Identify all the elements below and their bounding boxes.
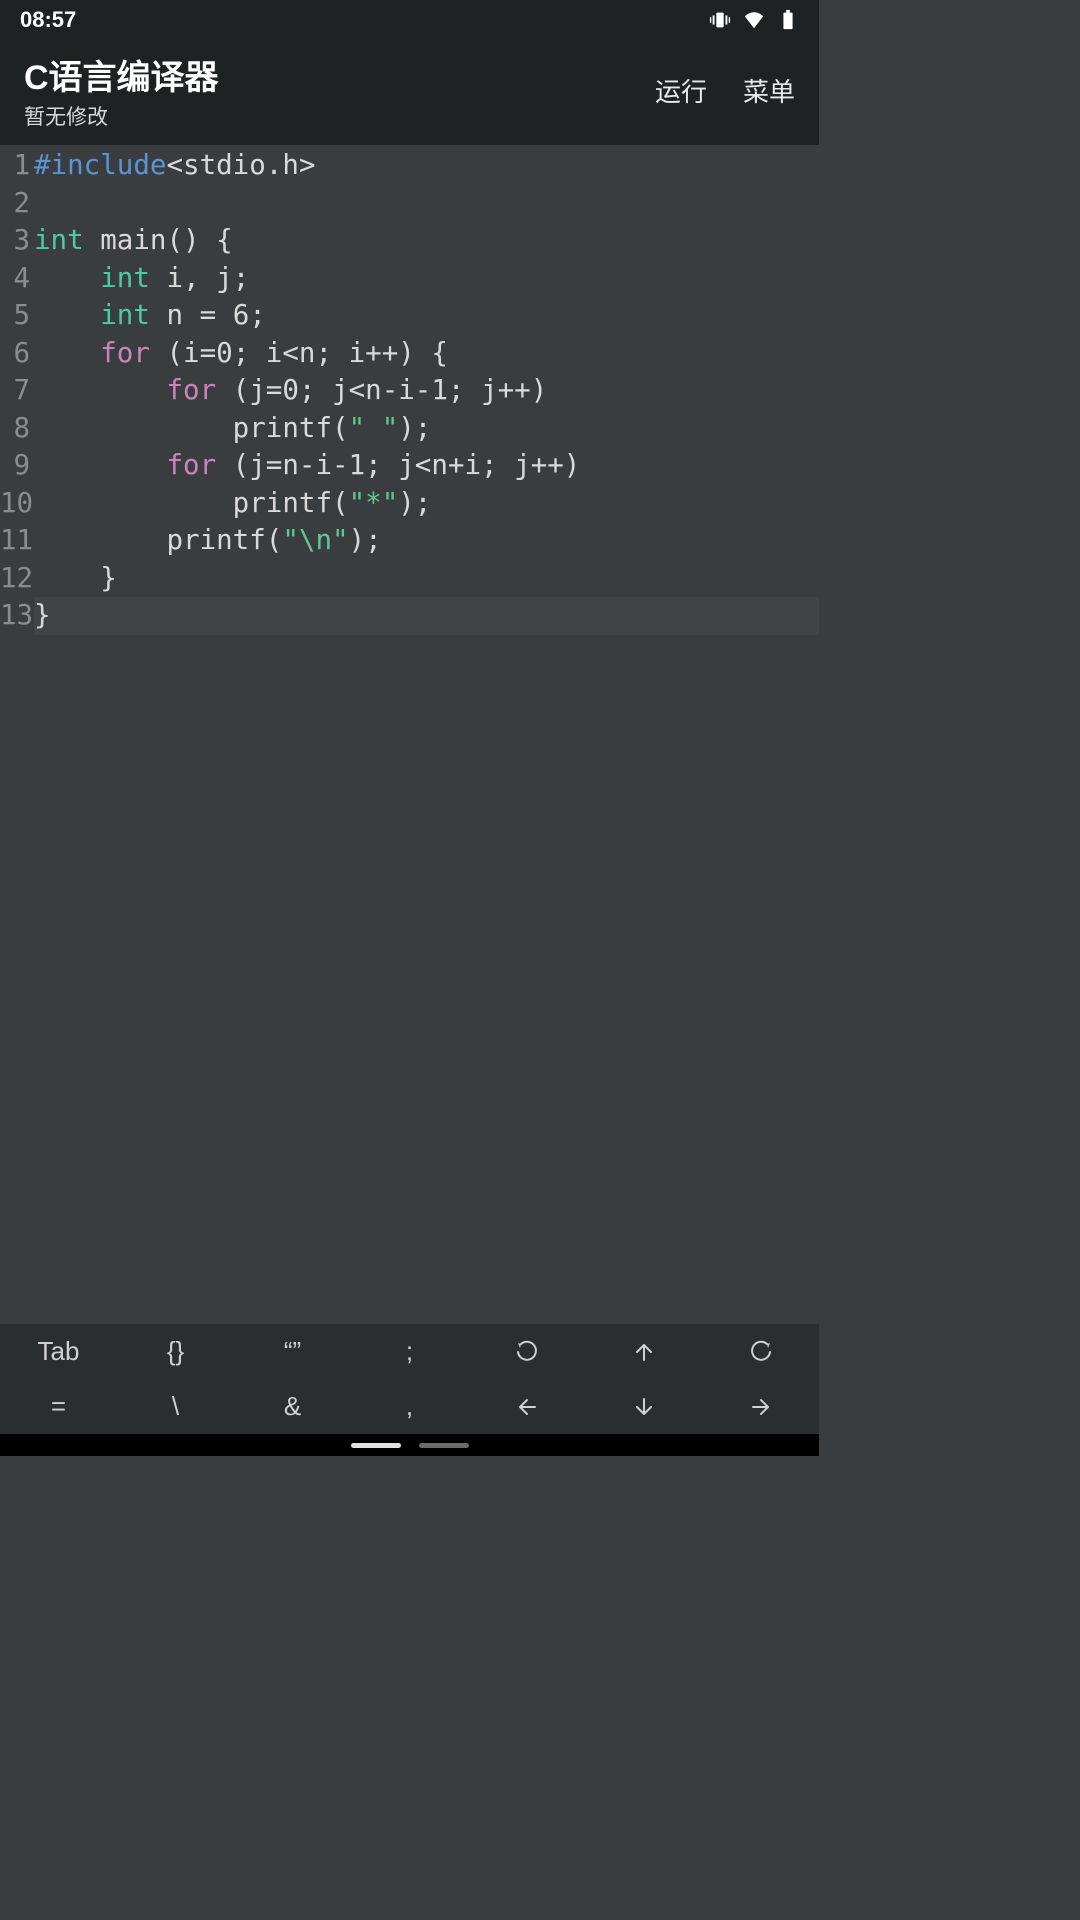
status-bar: 08:57 [0,0,819,40]
symbol-key[interactable]: ; [351,1324,468,1379]
android-nav-bar [0,1434,819,1456]
line-number: 1 [0,147,30,185]
nav-indicator [419,1443,469,1448]
line-number: 9 [0,447,30,485]
run-button[interactable]: 运行 [655,72,707,109]
code-line[interactable] [34,185,819,223]
arrow-up-icon[interactable] [585,1324,702,1379]
code-line[interactable]: int main() { [34,222,819,260]
line-number: 11 [0,522,30,560]
app-title: C语言编译器 [24,50,219,99]
line-gutter: 12345678910111213 [0,145,34,1324]
code-line[interactable]: int n = 6; [34,297,819,335]
line-number: 13 [0,597,30,635]
redo-icon[interactable] [702,1324,819,1379]
line-number: 12 [0,560,30,598]
line-number: 7 [0,372,30,410]
code-line[interactable]: #include<stdio.h> [34,147,819,185]
code-line[interactable]: for (j=0; j<n-i-1; j++) [34,372,819,410]
app-subtitle: 暂无修改 [24,101,219,131]
app-header: C语言编译器 暂无修改 运行 菜单 [0,40,819,145]
symbol-key[interactable]: {} [117,1324,234,1379]
line-number: 5 [0,297,30,335]
line-number: 8 [0,410,30,448]
line-number: 2 [0,185,30,223]
code-line[interactable]: printf(" "); [34,410,819,448]
symbol-key[interactable]: \ [117,1379,234,1434]
symbol-toolbar: Tab{}“”; =\&, [0,1324,819,1434]
symbol-key[interactable]: = [0,1379,117,1434]
arrow-down-icon[interactable] [585,1379,702,1434]
code-line[interactable]: for (i=0; i<n; i++) { [34,335,819,373]
code-line[interactable]: printf("*"); [34,485,819,523]
arrow-left-icon[interactable] [468,1379,585,1434]
code-line[interactable]: } [34,560,819,598]
symbol-key[interactable]: , [351,1379,468,1434]
line-number: 4 [0,260,30,298]
code-line[interactable]: int i, j; [34,260,819,298]
arrow-right-icon[interactable] [702,1379,819,1434]
vibrate-icon [709,9,731,31]
menu-button[interactable]: 菜单 [743,72,795,109]
wifi-icon [743,9,765,31]
code-editor[interactable]: 12345678910111213 #include<stdio.h>int m… [0,145,819,1324]
status-time: 08:57 [20,7,76,33]
battery-icon [777,9,799,31]
symbol-key[interactable]: & [234,1379,351,1434]
nav-indicator [351,1443,401,1448]
symbol-key[interactable]: Tab [0,1324,117,1379]
undo-icon[interactable] [468,1324,585,1379]
code-line[interactable]: } [34,597,819,635]
line-number: 3 [0,222,30,260]
line-number: 10 [0,485,30,523]
code-area[interactable]: #include<stdio.h>int main() { int i, j; … [34,145,819,1324]
code-line[interactable]: printf("\n"); [34,522,819,560]
status-icons [709,9,799,31]
code-line[interactable]: for (j=n-i-1; j<n+i; j++) [34,447,819,485]
symbol-key[interactable]: “” [234,1324,351,1379]
line-number: 6 [0,335,30,373]
